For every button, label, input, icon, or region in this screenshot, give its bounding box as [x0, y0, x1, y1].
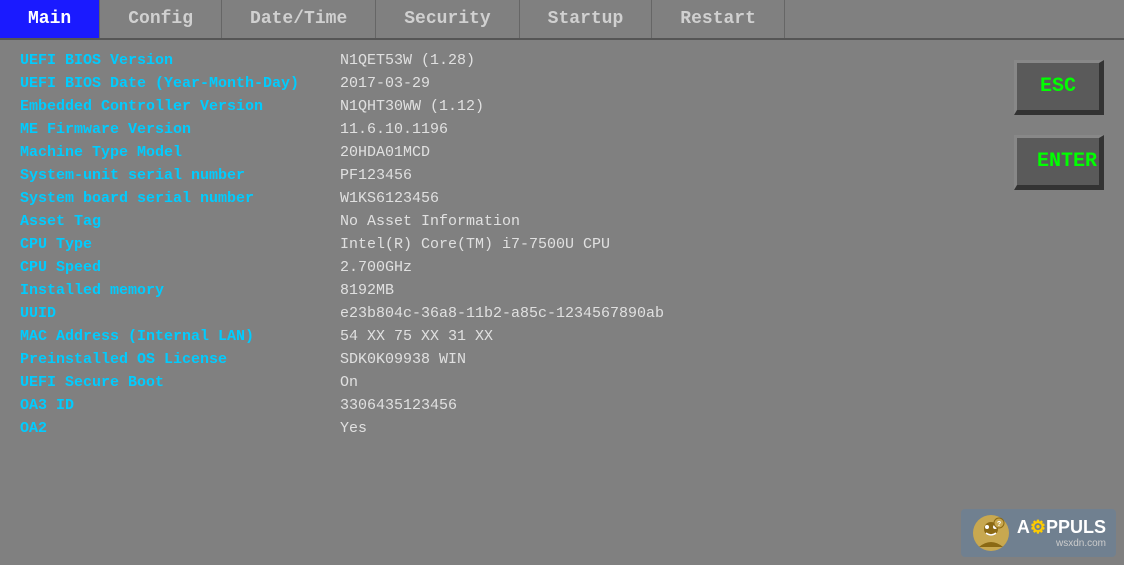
info-label: UEFI BIOS Version — [20, 52, 340, 69]
table-row: MAC Address (Internal LAN)54 XX 75 XX 31… — [20, 326, 974, 347]
nav-item-config[interactable]: Config — [100, 0, 222, 38]
table-row: UEFI BIOS Date (Year-Month-Day)2017-03-2… — [20, 73, 974, 94]
info-label: System-unit serial number — [20, 167, 340, 184]
info-value: Intel(R) Core(TM) i7-7500U CPU — [340, 236, 610, 253]
logo-icon: ? — [971, 513, 1011, 553]
logo-text: A⚙PPULS — [1017, 517, 1106, 537]
table-row: UUIDe23b804c-36a8-11b2-a85c-1234567890ab — [20, 303, 974, 324]
table-row: OA2Yes — [20, 418, 974, 439]
info-label: Preinstalled OS License — [20, 351, 340, 368]
info-value: PF123456 — [340, 167, 412, 184]
info-value: 54 XX 75 XX 31 XX — [340, 328, 493, 345]
nav-item-startup[interactable]: Startup — [520, 0, 653, 38]
info-label: CPU Type — [20, 236, 340, 253]
logo-area: ? A⚙PPULS wsxdn.com — [961, 509, 1116, 557]
info-label: MAC Address (Internal LAN) — [20, 328, 340, 345]
info-label: Machine Type Model — [20, 144, 340, 161]
info-value: 2.700GHz — [340, 259, 412, 276]
info-value: W1KS6123456 — [340, 190, 439, 207]
info-value: 3306435123456 — [340, 397, 457, 414]
info-value: Yes — [340, 420, 367, 437]
info-label: ME Firmware Version — [20, 121, 340, 138]
table-row: ME Firmware Version11.6.10.1196 — [20, 119, 974, 140]
info-value: 20HDA01MCD — [340, 144, 430, 161]
nav-item-security[interactable]: Security — [376, 0, 519, 38]
info-label: Asset Tag — [20, 213, 340, 230]
esc-button[interactable]: ESC — [1014, 60, 1104, 115]
table-row: Embedded Controller VersionN1QHT30WW (1.… — [20, 96, 974, 117]
info-label: UUID — [20, 305, 340, 322]
info-label: Installed memory — [20, 282, 340, 299]
info-label: System board serial number — [20, 190, 340, 207]
info-label: OA3 ID — [20, 397, 340, 414]
table-row: UEFI BIOS VersionN1QET53W (1.28) — [20, 50, 974, 71]
info-value: On — [340, 374, 358, 391]
table-row: CPU TypeIntel(R) Core(TM) i7-7500U CPU — [20, 234, 974, 255]
table-row: Machine Type Model20HDA01MCD — [20, 142, 974, 163]
table-row: UEFI Secure BootOn — [20, 372, 974, 393]
info-table: UEFI BIOS VersionN1QET53W (1.28)UEFI BIO… — [0, 40, 994, 565]
info-label: OA2 — [20, 420, 340, 437]
info-value: 2017-03-29 — [340, 75, 430, 92]
table-row: Installed memory8192MB — [20, 280, 974, 301]
info-label: UEFI Secure Boot — [20, 374, 340, 391]
info-value: SDK0K09938 WIN — [340, 351, 466, 368]
info-value: No Asset Information — [340, 213, 520, 230]
table-row: Preinstalled OS LicenseSDK0K09938 WIN — [20, 349, 974, 370]
info-label: UEFI BIOS Date (Year-Month-Day) — [20, 75, 340, 92]
side-buttons: ESC ENTER — [994, 40, 1124, 565]
nav-item-main[interactable]: Main — [0, 0, 100, 38]
info-label: CPU Speed — [20, 259, 340, 276]
table-row: CPU Speed2.700GHz — [20, 257, 974, 278]
info-value: 11.6.10.1196 — [340, 121, 448, 138]
info-value: N1QHT30WW (1.12) — [340, 98, 484, 115]
logo-sub: wsxdn.com — [1017, 538, 1106, 549]
table-row: Asset TagNo Asset Information — [20, 211, 974, 232]
main-content: UEFI BIOS VersionN1QET53W (1.28)UEFI BIO… — [0, 40, 1124, 565]
table-row: OA3 ID3306435123456 — [20, 395, 974, 416]
svg-text:?: ? — [997, 521, 1001, 529]
info-value: e23b804c-36a8-11b2-a85c-1234567890ab — [340, 305, 664, 322]
info-value: N1QET53W (1.28) — [340, 52, 475, 69]
nav-bar: MainConfigDate/TimeSecurityStartupRestar… — [0, 0, 1124, 40]
info-value: 8192MB — [340, 282, 394, 299]
nav-item-date-time[interactable]: Date/Time — [222, 0, 376, 38]
info-label: Embedded Controller Version — [20, 98, 340, 115]
enter-button[interactable]: ENTER — [1014, 135, 1104, 190]
table-row: System-unit serial numberPF123456 — [20, 165, 974, 186]
nav-item-restart[interactable]: Restart — [652, 0, 785, 38]
table-row: System board serial numberW1KS6123456 — [20, 188, 974, 209]
